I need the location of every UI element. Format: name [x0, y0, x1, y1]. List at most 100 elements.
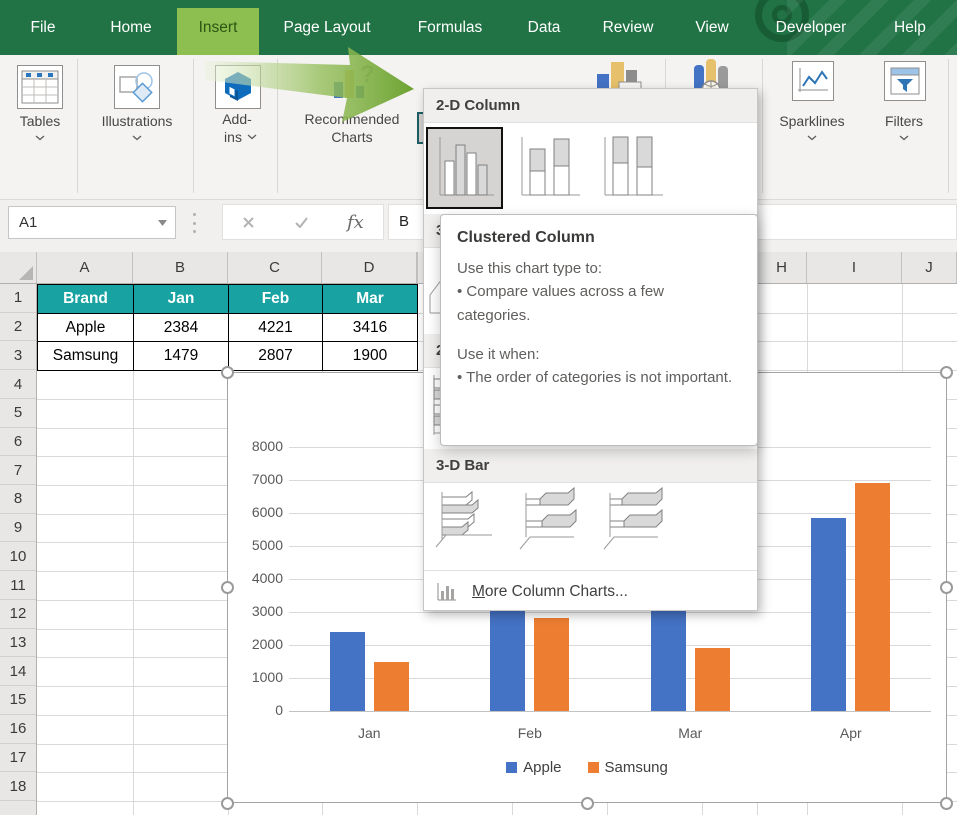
row-header-9[interactable]: 9	[0, 514, 36, 543]
sparklines-label: Sparklines	[779, 113, 844, 129]
legend-item-apple[interactable]: Apple	[506, 759, 561, 776]
table-cell[interactable]: 2384	[134, 314, 229, 343]
tab-insert[interactable]: Insert	[199, 0, 238, 55]
more-column-charts-item[interactable]: More Column Charts...	[424, 573, 757, 610]
tab-formulas[interactable]: Formulas	[418, 0, 483, 55]
table-header-mar[interactable]: Mar	[323, 285, 418, 314]
menu-item-3d-clustered-bar[interactable]	[432, 487, 504, 562]
insert-function-icon[interactable]: fx	[347, 212, 364, 233]
sparklines-button[interactable]	[792, 61, 834, 101]
column-header-C[interactable]: C	[228, 252, 322, 283]
table-cell[interactable]: 1900	[323, 342, 418, 371]
menu-item-clustered-column[interactable]	[426, 127, 503, 209]
chart-handle-bottom-left[interactable]	[221, 797, 234, 810]
menu-item-100-stacked-column[interactable]	[597, 131, 671, 207]
row-header-10[interactable]: 10	[0, 542, 36, 571]
chart-handle-bottom-middle[interactable]	[581, 797, 594, 810]
bar-apple-mar[interactable]	[651, 598, 686, 711]
table-cell[interactable]: 1479	[134, 342, 229, 371]
tab-file[interactable]: File	[31, 0, 56, 55]
add-ins-cube-icon	[220, 70, 256, 104]
row-header-7[interactable]: 7	[0, 456, 36, 485]
tooltip-bullet: • Compare values across a few categories…	[457, 280, 741, 327]
tables-label: Tables	[20, 113, 60, 129]
chart-handle-middle-left[interactable]	[221, 581, 234, 594]
ribbon-tab-bar: File Home Insert Page Layout Formulas Da…	[0, 0, 957, 55]
row-header-5[interactable]: 5	[0, 399, 36, 428]
row-header-3[interactable]: 3	[0, 341, 36, 370]
name-box[interactable]: A1	[8, 206, 176, 239]
row-header-11[interactable]: 11	[0, 571, 36, 600]
row-header-15[interactable]: 15	[0, 686, 36, 715]
chart-gridline	[289, 711, 931, 712]
table-header-brand[interactable]: Brand	[38, 285, 134, 314]
bar-samsung-feb[interactable]	[534, 618, 569, 711]
table-header-jan[interactable]: Jan	[134, 285, 229, 314]
filters-button[interactable]	[884, 61, 926, 101]
chevron-down-icon[interactable]	[158, 220, 167, 226]
select-all-corner[interactable]	[0, 252, 37, 283]
row-header-1[interactable]: 1	[0, 284, 36, 313]
bar-apple-jan[interactable]	[330, 632, 365, 711]
chevron-down-icon[interactable]	[807, 135, 817, 141]
bar-samsung-mar[interactable]	[695, 648, 730, 711]
row-header-18[interactable]: 18	[0, 772, 36, 801]
bar-samsung-apr[interactable]	[855, 483, 890, 711]
row-header-4[interactable]: 4	[0, 370, 36, 399]
tab-developer[interactable]: Developer	[776, 0, 847, 55]
chevron-down-icon[interactable]	[899, 135, 909, 141]
row-header-8[interactable]: 8	[0, 485, 36, 514]
bar-samsung-jan[interactable]	[374, 662, 409, 711]
add-ins-button[interactable]	[215, 65, 261, 109]
row-header-12[interactable]: 12	[0, 600, 36, 629]
chart-legend[interactable]: Apple Samsung	[228, 759, 946, 776]
column-header-D[interactable]: D	[322, 252, 417, 283]
menu-item-stacked-column[interactable]	[514, 131, 588, 207]
column-header-I[interactable]: I	[807, 252, 902, 283]
tab-help[interactable]: Help	[894, 0, 926, 55]
legend-item-samsung[interactable]: Samsung	[588, 759, 668, 776]
column-header-J[interactable]: J	[902, 252, 957, 283]
group-divider	[277, 59, 278, 193]
column-header-B[interactable]: B	[133, 252, 228, 283]
chart-handle-top-left[interactable]	[221, 366, 234, 379]
row-header-2[interactable]: 2	[0, 313, 36, 342]
recommended-charts-label-line2: Charts	[331, 129, 372, 145]
tab-page-layout[interactable]: Page Layout	[283, 0, 370, 55]
table-cell[interactable]: Apple	[38, 314, 134, 343]
y-axis-tick-label: 7000	[228, 471, 283, 487]
chart-handle-middle-right[interactable]	[940, 581, 953, 594]
illustrations-button[interactable]	[114, 65, 160, 109]
menu-item-3d-100-stacked-bar[interactable]	[600, 487, 672, 562]
x-axis-category-label: Feb	[490, 725, 570, 741]
enter-check-icon[interactable]	[294, 216, 309, 228]
menu-item-3d-stacked-bar[interactable]	[516, 487, 588, 562]
tables-button[interactable]	[17, 65, 63, 109]
chevron-down-icon[interactable]	[132, 135, 142, 141]
tab-data[interactable]: Data	[528, 0, 561, 55]
tab-view[interactable]: View	[695, 0, 728, 55]
row-header-6[interactable]: 6	[0, 428, 36, 457]
table-cell[interactable]: 3416	[323, 314, 418, 343]
table-cell[interactable]: 2807	[229, 342, 323, 371]
row-header-17[interactable]: 17	[0, 744, 36, 773]
tab-review[interactable]: Review	[603, 0, 654, 55]
table-cell[interactable]: 4221	[229, 314, 323, 343]
chevron-down-icon[interactable]	[247, 134, 257, 140]
recommended-charts-button[interactable]: ?	[330, 60, 380, 109]
row-header-13[interactable]: 13	[0, 629, 36, 658]
legend-swatch	[588, 762, 599, 773]
chevron-down-icon[interactable]	[35, 135, 45, 141]
bar-apple-apr[interactable]	[811, 518, 846, 711]
formula-bar-resizer[interactable]	[193, 213, 197, 233]
tab-home[interactable]: Home	[110, 0, 151, 55]
cancel-icon[interactable]	[242, 216, 255, 229]
chart-handle-bottom-right[interactable]	[940, 797, 953, 810]
column-header-A[interactable]: A	[37, 252, 133, 283]
row-header-14[interactable]: 14	[0, 657, 36, 686]
column-header-H[interactable]: H	[757, 252, 807, 283]
row-header-16[interactable]: 16	[0, 715, 36, 744]
table-cell[interactable]: Samsung	[38, 342, 134, 371]
chart-handle-top-right[interactable]	[940, 366, 953, 379]
table-header-feb[interactable]: Feb	[229, 285, 323, 314]
